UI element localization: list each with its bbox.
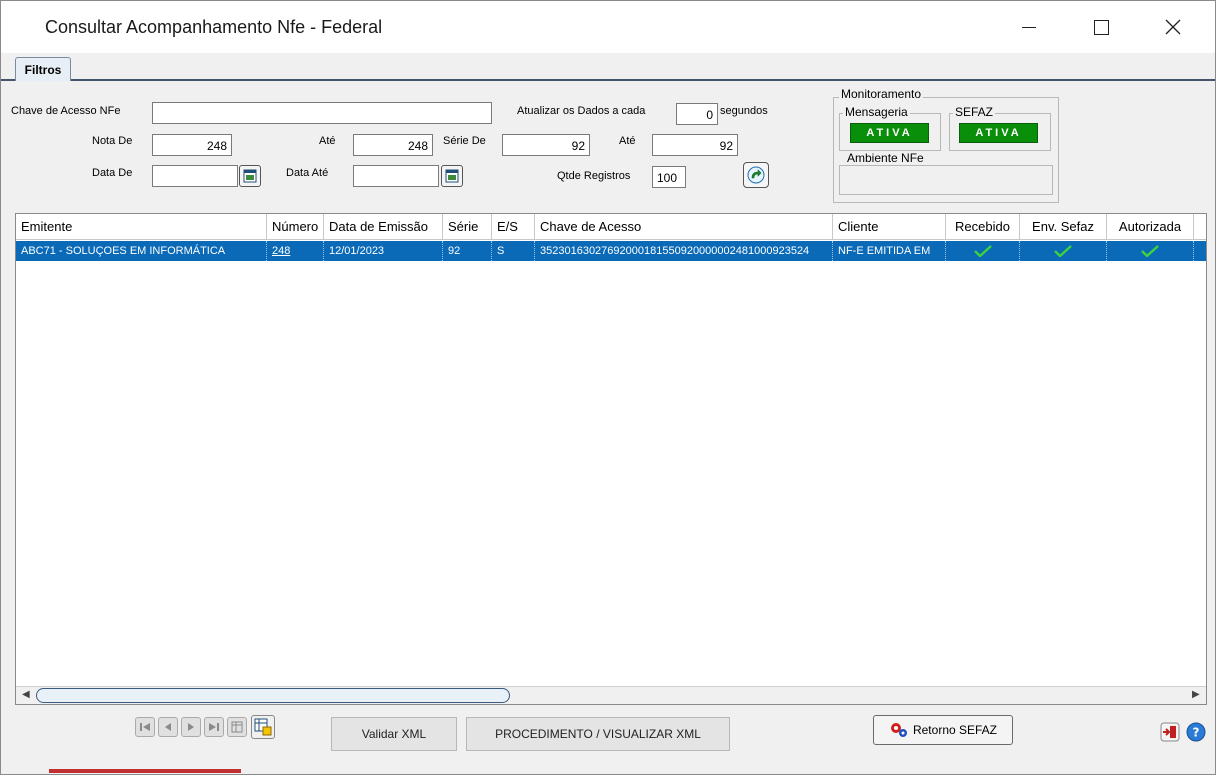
maximize-icon <box>1093 19 1109 35</box>
results-grid: Emitente Número Data de Emissão Série E/… <box>15 213 1207 705</box>
mensageria-status-badge: ATIVA <box>850 123 929 143</box>
export-button[interactable] <box>251 715 275 739</box>
data-de-input[interactable] <box>152 165 238 187</box>
help-button[interactable]: ? <box>1185 721 1207 743</box>
grid-view-icon <box>231 721 243 733</box>
svg-text:?: ? <box>1193 726 1200 740</box>
grid-view-button[interactable] <box>227 717 247 737</box>
cell-env-sefaz <box>1020 241 1107 261</box>
chave-input[interactable] <box>152 102 492 124</box>
serie-ate-label: Até <box>619 135 636 147</box>
scroll-left-icon[interactable]: ◀ <box>22 689 30 700</box>
next-record-button[interactable] <box>181 717 201 737</box>
horizontal-scrollbar[interactable]: ◀ ▶ <box>16 686 1206 704</box>
mensageria-label: Mensageria <box>843 105 910 119</box>
grid-header: Emitente Número Data de Emissão Série E/… <box>16 214 1206 240</box>
refresh-arrow-icon <box>747 166 765 184</box>
procedimento-visualizar-xml-button[interactable]: PROCEDIMENTO / VISUALIZAR XML <box>466 717 730 751</box>
col-env-sefaz[interactable]: Env. Sefaz <box>1020 214 1107 239</box>
nota-de-label: Nota De <box>92 135 133 147</box>
retorno-sefaz-button[interactable]: Retorno SEFAZ <box>873 715 1013 745</box>
footer-accent-line <box>49 769 241 773</box>
check-icon <box>973 245 992 257</box>
atualizar-label: Atualizar os Dados a cada <box>517 105 646 117</box>
check-icon <box>1054 245 1072 257</box>
data-ate-calendar-button[interactable] <box>441 165 463 187</box>
gears-icon <box>890 723 907 737</box>
atualizar-input[interactable]: 0 <box>676 103 718 125</box>
cell-chave: 3523016302769200018155092000000248100092… <box>535 241 833 261</box>
scroll-thumb[interactable] <box>36 688 510 703</box>
minimize-icon <box>1022 26 1036 28</box>
col-recebido[interactable]: Recebido <box>946 214 1020 239</box>
nota-ate-label: Até <box>319 135 336 147</box>
cell-recebido <box>946 241 1020 261</box>
nota-de-input[interactable]: 248 <box>152 134 232 156</box>
data-ate-input[interactable] <box>353 165 439 187</box>
scroll-right-icon[interactable]: ▶ <box>1192 689 1200 700</box>
cell-numero[interactable]: 248 <box>267 241 324 261</box>
data-de-calendar-button[interactable] <box>239 165 261 187</box>
segundos-label: segundos <box>720 105 768 117</box>
cell-cliente: NF-E EMITIDA EM <box>833 241 946 261</box>
qtde-input[interactable]: 100 <box>652 166 686 188</box>
data-de-label: Data De <box>92 167 133 179</box>
calendar-icon <box>243 169 257 183</box>
exit-button[interactable] <box>1159 721 1181 743</box>
first-record-button[interactable] <box>135 717 155 737</box>
close-icon <box>1165 19 1181 35</box>
col-serie[interactable]: Série <box>443 214 492 239</box>
next-record-icon <box>188 723 194 731</box>
col-data-emissao[interactable]: Data de Emissão <box>324 214 443 239</box>
ambiente-label: Ambiente NFe <box>845 151 926 165</box>
app-window: Consultar Acompanhamento Nfe - Federal F… <box>0 0 1216 775</box>
help-icon: ? <box>1186 722 1206 742</box>
col-cliente[interactable]: Cliente <box>833 214 946 239</box>
prev-record-button[interactable] <box>158 717 178 737</box>
maximize-button[interactable] <box>1081 11 1121 43</box>
cell-emitente: ABC71 - SOLUÇOES EM INFORMÁTICA <box>16 241 267 261</box>
refresh-button[interactable] <box>743 162 769 188</box>
bottom-toolbar: Validar XML PROCEDIMENTO / VISUALIZAR XM… <box>1 709 1215 773</box>
exit-door-icon <box>1160 722 1180 742</box>
first-record-icon <box>140 723 150 731</box>
last-record-icon <box>209 723 219 731</box>
col-chave[interactable]: Chave de Acesso <box>535 214 833 239</box>
cell-es: S <box>492 241 535 261</box>
export-sheet-icon <box>254 718 272 736</box>
cell-autorizada <box>1107 241 1194 261</box>
qtde-label: Qtde Registros <box>557 170 631 182</box>
col-es[interactable]: E/S <box>492 214 535 239</box>
serie-ate-input[interactable]: 92 <box>652 134 738 156</box>
serie-de-label: Série De <box>443 135 486 147</box>
cell-data-emissao: 12/01/2023 <box>324 241 443 261</box>
nota-ate-input[interactable]: 248 <box>353 134 433 156</box>
prev-record-icon <box>165 723 171 731</box>
col-numero[interactable]: Número <box>267 214 324 239</box>
retorno-sefaz-label: Retorno SEFAZ <box>912 723 998 737</box>
window-title: Consultar Acompanhamento Nfe - Federal <box>45 17 383 37</box>
chave-label: Chave de Acesso NFe <box>11 105 121 117</box>
check-icon <box>1141 245 1159 257</box>
sefaz-status-badge: ATIVA <box>959 123 1038 143</box>
col-emitente[interactable]: Emitente <box>16 214 267 239</box>
last-record-button[interactable] <box>204 717 224 737</box>
monitor-title: Monitoramento <box>839 87 924 101</box>
calendar-icon <box>445 169 459 183</box>
validar-xml-button[interactable]: Validar XML <box>331 717 457 751</box>
data-ate-label: Data Até <box>286 167 329 179</box>
cell-serie: 92 <box>443 241 492 261</box>
tab-filtros[interactable]: Filtros <box>15 57 71 81</box>
minimize-button[interactable] <box>1009 11 1049 43</box>
filters-panel: Chave de Acesso NFe Atualizar os Dados a… <box>1 83 1215 211</box>
tab-bar: Filtros <box>1 53 1215 81</box>
ambiente-groupbox <box>839 165 1053 195</box>
close-button[interactable] <box>1153 11 1193 43</box>
col-autorizada[interactable]: Autorizada <box>1107 214 1194 239</box>
title-bar: Consultar Acompanhamento Nfe - Federal <box>1 1 1215 53</box>
table-row[interactable]: ABC71 - SOLUÇOES EM INFORMÁTICA 248 12/0… <box>16 241 1206 261</box>
sefaz-label: SEFAZ <box>953 105 996 119</box>
serie-de-input[interactable]: 92 <box>502 134 590 156</box>
